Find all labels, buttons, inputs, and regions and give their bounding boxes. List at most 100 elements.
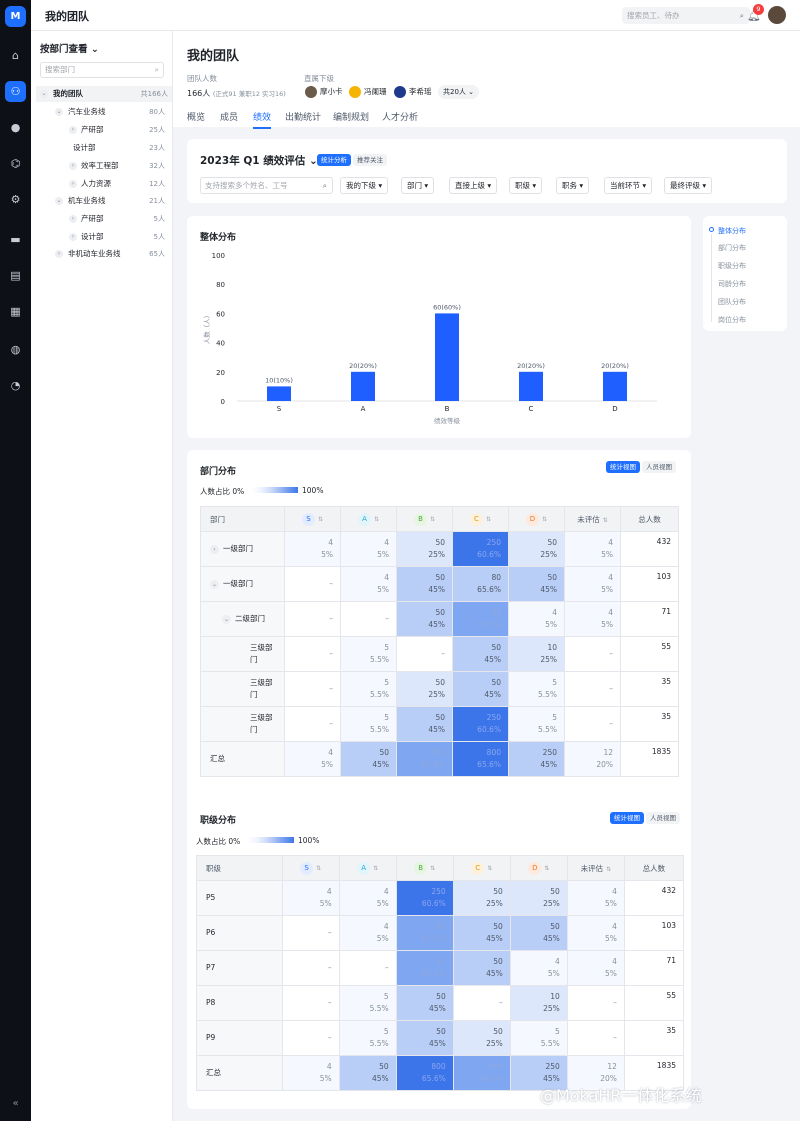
person-icon[interactable]: ●: [5, 117, 26, 138]
heat-cell[interactable]: 50 45%: [395, 1020, 454, 1056]
column-header[interactable]: A ⇅: [338, 855, 397, 881]
sort-icon[interactable]: ⇅: [318, 516, 323, 523]
heat-cell[interactable]: 5 5.5%: [340, 671, 397, 707]
heat-cell[interactable]: 50 45%: [395, 985, 454, 1021]
sort-icon[interactable]: ⇅: [374, 516, 379, 523]
tree-node[interactable]: › 设计部 5人: [67, 229, 165, 245]
heat-cell[interactable]: –: [564, 636, 621, 672]
heat-cell[interactable]: 50 45%: [396, 601, 453, 637]
column-header[interactable]: C ⇅: [452, 855, 511, 881]
direct-report-chip[interactable]: 摩小卡: [305, 85, 343, 99]
team-icon[interactable]: ⚇: [5, 81, 26, 102]
heat-cell[interactable]: –: [338, 950, 397, 986]
heat-cell[interactable]: –: [284, 706, 341, 742]
heat-cell[interactable]: 5 5.5%: [508, 706, 565, 742]
heat-cell[interactable]: 250 60.6%: [452, 531, 509, 567]
heat-cell[interactable]: 4 5%: [338, 880, 397, 916]
heat-cell[interactable]: 800 65.6%: [395, 1055, 454, 1091]
heat-cell[interactable]: 4 5%: [564, 601, 621, 637]
heat-cell[interactable]: –: [566, 985, 625, 1021]
heat-cell[interactable]: 50 45%: [340, 741, 397, 777]
sort-icon[interactable]: ⇅: [430, 865, 435, 872]
sort-icon[interactable]: ⇅: [486, 516, 491, 523]
sort-icon[interactable]: ⇅: [487, 865, 492, 872]
heat-cell[interactable]: 50 25%: [396, 671, 453, 707]
heat-cell[interactable]: 80 65.6%: [395, 950, 454, 986]
direct-report-chip[interactable]: 李希瑶: [394, 85, 432, 99]
people-view-button[interactable]: 人员视图: [646, 812, 680, 824]
tab-members[interactable]: 成员: [220, 110, 238, 123]
heat-cell[interactable]: 4 5%: [284, 741, 341, 777]
heat-cell[interactable]: 4 5%: [566, 950, 625, 986]
heat-cell[interactable]: 80 65.6%: [452, 566, 509, 602]
tree-node[interactable]: › 效率工程部 32人: [67, 158, 165, 174]
heat-cell[interactable]: –: [281, 950, 340, 986]
view-by-department-dropdown[interactable]: 按部门查看 ⌄: [40, 41, 99, 55]
sort-icon[interactable]: ⇅: [603, 517, 608, 524]
anchor-link[interactable]: 司龄分布: [718, 279, 746, 289]
org-icon[interactable]: ⌬: [5, 153, 26, 174]
heat-cell[interactable]: 4 5%: [281, 880, 340, 916]
column-header[interactable]: 未评估 ⇅: [566, 855, 625, 881]
sort-icon[interactable]: ⇅: [430, 516, 435, 523]
heat-cell[interactable]: 5 5.5%: [340, 706, 397, 742]
heat-cell[interactable]: 12 20%: [564, 741, 621, 777]
sort-icon[interactable]: ⇅: [606, 866, 611, 873]
sort-icon[interactable]: ⇅: [542, 516, 547, 523]
stat-view-button[interactable]: 统计视图: [610, 812, 644, 824]
anchor-link[interactable]: 部门分布: [718, 243, 746, 253]
heat-cell[interactable]: 50 45%: [396, 706, 453, 742]
heat-cell[interactable]: 4 5%: [566, 915, 625, 951]
tree-node[interactable]: 设计部 23人: [67, 140, 165, 156]
column-header[interactable]: B ⇅: [396, 506, 453, 532]
heat-cell[interactable]: 50 25%: [508, 531, 565, 567]
heat-cell[interactable]: 4 5%: [284, 531, 341, 567]
more-reports-button[interactable]: 共20人 ⌄: [438, 85, 480, 99]
period-selector[interactable]: 2023年 Q1 绩效评估 ⌄: [200, 153, 318, 168]
heat-cell[interactable]: 50 45%: [452, 636, 509, 672]
expand-toggle-icon[interactable]: ›: [69, 180, 77, 188]
heat-cell[interactable]: 5 5.5%: [340, 636, 397, 672]
filter-dropdown[interactable]: 职务 ▾: [556, 177, 590, 194]
heat-cell[interactable]: 4 5%: [564, 566, 621, 602]
expand-toggle-icon[interactable]: ›: [69, 233, 77, 241]
anchor-link[interactable]: 团队分布: [718, 297, 746, 307]
mode-statistics-button[interactable]: 统计分析: [317, 154, 351, 166]
heat-cell[interactable]: –: [452, 985, 511, 1021]
pie-icon[interactable]: ◔: [5, 375, 26, 396]
tab-overview[interactable]: 概览: [187, 110, 205, 123]
expand-toggle-icon[interactable]: ⌄: [40, 90, 48, 98]
people-view-button[interactable]: 人员视图: [642, 461, 676, 473]
home-icon[interactable]: ⌂: [5, 45, 26, 66]
expand-toggle-icon[interactable]: ›: [55, 250, 63, 258]
heat-cell[interactable]: 5 5.5%: [338, 985, 397, 1021]
heat-cell[interactable]: –: [564, 706, 621, 742]
heat-cell[interactable]: 50 45%: [452, 950, 511, 986]
tree-node[interactable]: › 产研部 5人: [67, 211, 165, 227]
ticket-icon[interactable]: ▤: [5, 265, 26, 286]
tab-headcount-planning[interactable]: 编制规划: [333, 110, 369, 123]
heat-cell[interactable]: –: [281, 985, 340, 1021]
column-header[interactable]: S ⇅: [281, 855, 340, 881]
heat-cell[interactable]: 50 45%: [338, 1055, 397, 1091]
heat-cell[interactable]: 250 45%: [508, 741, 565, 777]
heat-cell[interactable]: 10 25%: [508, 636, 565, 672]
tree-node[interactable]: › 产研部 25人: [67, 122, 165, 138]
heat-cell[interactable]: 10 25%: [509, 985, 568, 1021]
heat-cell[interactable]: 250 60.6%: [452, 706, 509, 742]
expand-toggle-icon[interactable]: ⌄: [55, 108, 63, 116]
heat-cell[interactable]: 50 45%: [396, 566, 453, 602]
heat-cell[interactable]: 4 5%: [281, 1055, 340, 1091]
heat-cell[interactable]: 800 65.6%: [452, 1055, 511, 1091]
department-search-input[interactable]: 搜索部门 ⌕: [40, 62, 164, 78]
tree-node[interactable]: › 非机动车业务线 65人: [53, 246, 165, 262]
heat-cell[interactable]: 80 65.6%: [395, 915, 454, 951]
tree-node[interactable]: ⌄ 汽车业务线 80人: [53, 104, 165, 120]
heat-cell[interactable]: 50 45%: [508, 566, 565, 602]
heat-cell[interactable]: 50 25%: [509, 880, 568, 916]
sort-icon[interactable]: ⇅: [544, 865, 549, 872]
anchor-link[interactable]: 职级分布: [718, 261, 746, 271]
heat-cell[interactable]: 250 60.6%: [395, 880, 454, 916]
user-avatar[interactable]: [768, 6, 786, 24]
heat-cell[interactable]: 4 5%: [564, 531, 621, 567]
